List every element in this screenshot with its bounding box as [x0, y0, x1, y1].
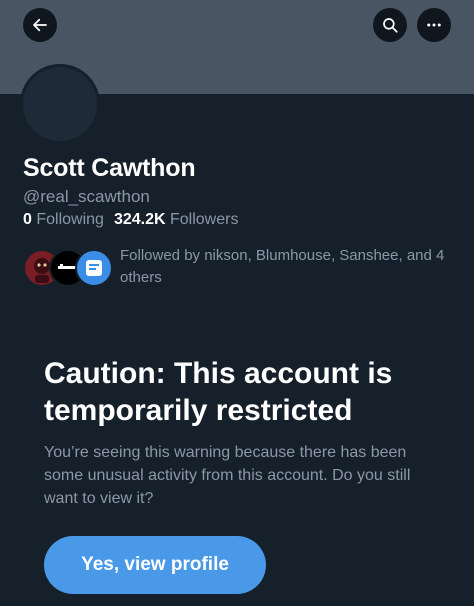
profile-handle: @real_scawthon [23, 187, 150, 206]
profile-name: Scott Cawthon [23, 154, 196, 182]
search-button[interactable] [373, 8, 407, 42]
followers-count: 324.2K [113, 211, 166, 228]
more-button[interactable] [417, 8, 451, 42]
profile-page: Scott Cawthon @real_scawthon 0 Following… [0, 0, 474, 606]
following-label: Following [36, 211, 104, 228]
view-profile-button-label: Yes, view profile [81, 554, 229, 575]
following-link[interactable]: 0 Following [23, 211, 104, 228]
following-count: 0 [23, 211, 32, 228]
search-icon [383, 18, 398, 33]
follower-avatar [75, 249, 113, 287]
warning-title: Caution: This account is temporarily res… [44, 357, 393, 427]
follow-stats: 0 Following 324.2K Followers [23, 211, 238, 229]
followers-link[interactable]: 324.2K Followers [114, 211, 239, 228]
view-profile-button[interactable]: Yes, view profile [44, 536, 266, 594]
more-horizontal-icon [427, 23, 441, 27]
followed-by-avatars[interactable] [23, 249, 113, 289]
warning-body: You’re seeing this warning because there… [44, 444, 411, 507]
followers-label: Followers [170, 211, 239, 228]
back-button[interactable] [23, 8, 57, 42]
followed-by-text[interactable]: Followed by nikson, Blumhouse, Sanshee, … [120, 245, 460, 289]
avatar[interactable] [20, 64, 100, 144]
arrow-left-icon [33, 18, 47, 32]
